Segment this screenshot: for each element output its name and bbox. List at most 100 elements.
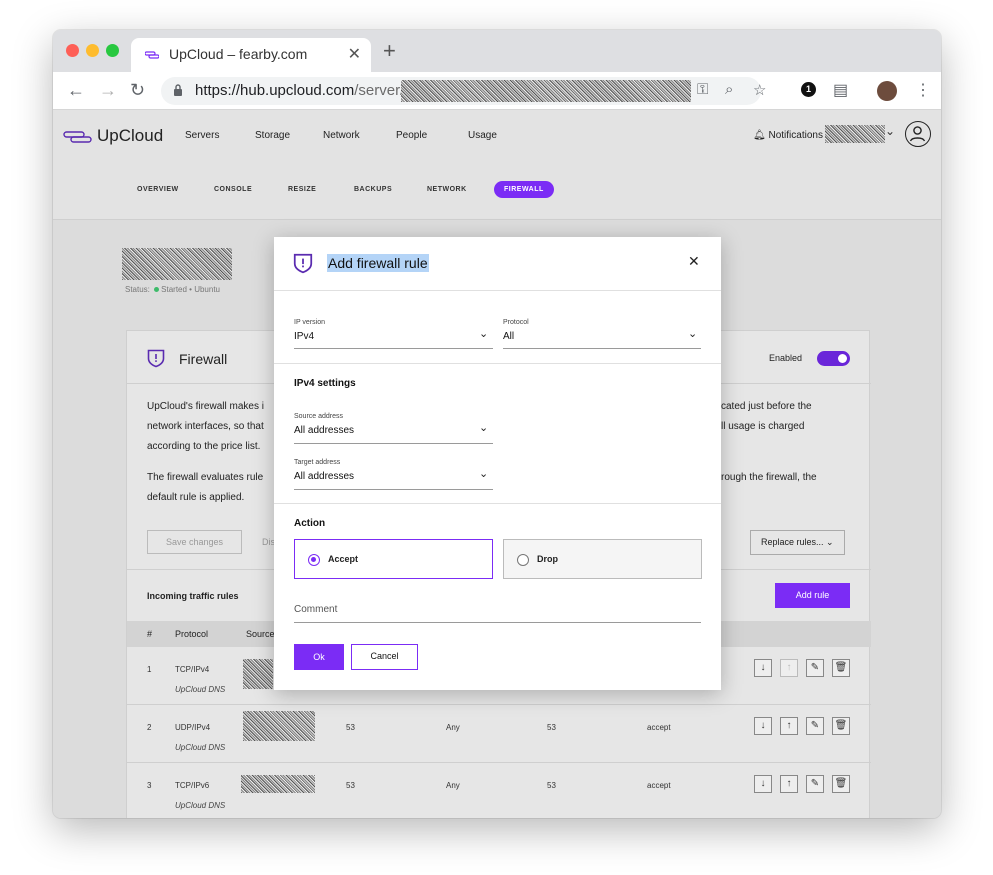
key-icon[interactable]: ⚿ [697, 81, 708, 98]
shield-icon [147, 349, 165, 368]
close-window-button[interactable] [66, 44, 79, 57]
col-number: # [147, 629, 153, 639]
ipv4-settings-heading: IPv4 settings [294, 378, 356, 389]
notifications-label: Notifications [768, 130, 823, 141]
delete-rule-button[interactable]: 🗑︎ [832, 717, 850, 735]
close-icon[interactable]: ✕ [688, 253, 700, 270]
table-row: 2 UDP/IPv4 UpCloud DNS 53 Any 53 accept … [127, 705, 871, 763]
user-avatar-icon[interactable] [905, 121, 931, 147]
col-protocol: Protocol [175, 629, 209, 639]
browser-window: UpCloud – fearby.com ✕ + ← → ↻ https://h… [53, 30, 941, 818]
address-bar: ← → ↻ https://hub.upcloud.com/server/ ⚿ … [53, 72, 941, 110]
nav-usage[interactable]: Usage [468, 130, 497, 141]
nav-storage[interactable]: Storage [255, 130, 290, 141]
logo-text: UpCloud [97, 126, 164, 145]
accept-label: Accept [328, 554, 359, 564]
edit-rule-button[interactable]: ✎ [806, 717, 824, 735]
move-up-button[interactable]: ↑ [780, 717, 798, 735]
server-status: Status: Started • Ubuntu [125, 285, 220, 294]
ip-version-label: IP version [294, 319, 325, 326]
table-row: 3 TCP/IPv6 UpCloud DNS 53 Any 53 accept … [127, 763, 871, 818]
delete-rule-button[interactable]: 🗑︎ [832, 659, 850, 677]
action-heading: Action [294, 518, 326, 529]
chevron-down-icon: ⌄ [479, 468, 489, 480]
redacted-account [825, 125, 885, 143]
radio-selected-icon [308, 554, 320, 566]
star-icon[interactable]: ☆ [753, 81, 766, 99]
upcloud-logo-icon [63, 131, 92, 143]
extension-icon[interactable]: ▤ [833, 80, 848, 100]
dialog-title: Add firewall rule [327, 254, 429, 272]
redacted-source [243, 659, 273, 689]
nav-people[interactable]: People [396, 130, 427, 141]
protocol-value: All [503, 331, 515, 342]
forward-arrow-icon[interactable]: → [99, 80, 117, 101]
source-address-label: Source address [294, 413, 344, 420]
move-down-button[interactable]: ↓ [754, 775, 772, 793]
enabled-label: Enabled [769, 353, 803, 363]
tab-firewall[interactable]: FIREWALL [494, 181, 554, 198]
replace-rules-button[interactable]: Replace rules... ⌄ [750, 530, 845, 555]
tab-console[interactable]: CONSOLE [214, 186, 252, 193]
move-down-button[interactable]: ↓ [754, 717, 772, 735]
target-address-label: Target address [294, 459, 341, 466]
edit-rule-button[interactable]: ✎ [806, 659, 824, 677]
protocol-label: Protocol [503, 319, 529, 326]
cancel-button[interactable]: Cancel [351, 644, 418, 670]
notifications-link[interactable]: 🔔︎ Notifications [753, 130, 823, 141]
firewall-title: Firewall [179, 351, 228, 367]
accept-option[interactable]: Accept [294, 539, 493, 579]
zoom-icon[interactable]: ⌕ [725, 81, 733, 98]
back-arrow-icon[interactable]: ← [67, 80, 85, 101]
minimize-window-button[interactable] [86, 44, 99, 57]
col-source: Source [246, 629, 275, 639]
nav-servers[interactable]: Servers [185, 130, 219, 141]
chevron-down-icon[interactable]: ⌄ [885, 124, 895, 138]
drop-option[interactable]: Drop [503, 539, 702, 579]
status-dot-icon [154, 287, 160, 292]
url-text: https://hub.upcloud.com/server/ [195, 82, 405, 99]
source-address-value: All addresses [294, 425, 355, 436]
tab-backups[interactable]: BACKUPS [354, 186, 392, 193]
page-content: UpCloud Servers Storage Network People U… [53, 110, 941, 818]
extension-badge-icon[interactable]: 1 [801, 82, 816, 97]
ok-button[interactable]: Ok [294, 644, 344, 670]
nav-network[interactable]: Network [323, 130, 360, 141]
firewall-evaluation-right: rough the firewall, the [721, 472, 817, 483]
save-changes-button[interactable]: Save changes [147, 530, 243, 554]
chevron-down-icon: ⌄ [688, 328, 698, 340]
redacted-server-name [122, 248, 232, 280]
edit-rule-button[interactable]: ✎ [806, 775, 824, 793]
firewall-enabled-toggle[interactable] [817, 351, 850, 366]
comment-placeholder: Comment [294, 604, 338, 615]
divider [274, 290, 721, 291]
redacted-url [401, 80, 691, 102]
new-tab-button[interactable]: + [383, 38, 396, 64]
redacted-source [243, 711, 315, 741]
shield-icon [293, 253, 313, 274]
browser-menu-icon[interactable]: ⋮ [915, 80, 931, 100]
delete-rule-button[interactable]: 🗑︎ [832, 775, 850, 793]
browser-tab[interactable]: UpCloud – fearby.com ✕ [131, 38, 371, 72]
tab-network[interactable]: NETWORK [427, 186, 467, 193]
tab-bar: UpCloud – fearby.com ✕ + [53, 30, 941, 72]
tab-overview[interactable]: OVERVIEW [137, 186, 179, 193]
add-rule-button[interactable]: Add rule [775, 583, 850, 608]
profile-avatar[interactable] [877, 81, 897, 101]
add-firewall-rule-dialog: Add firewall rule ✕ IP version IPv4 ⌄ Pr… [274, 237, 721, 690]
tab-resize[interactable]: RESIZE [288, 186, 316, 193]
target-address-value: All addresses [294, 471, 355, 482]
firewall-evaluation-left: The firewall evaluates rule default rule … [147, 472, 264, 503]
move-down-button[interactable]: ↓ [754, 659, 772, 677]
upcloud-logo[interactable]: UpCloud [63, 126, 163, 146]
tab-title: UpCloud – fearby.com [169, 46, 308, 62]
move-up-button[interactable]: ↑ [780, 659, 798, 677]
reload-icon[interactable]: ↻ [130, 80, 145, 101]
url-field[interactable]: https://hub.upcloud.com/server/ ⚿ ⌕ ☆ [161, 77, 766, 105]
bell-icon: 🔔︎ [753, 130, 766, 141]
maximize-window-button[interactable] [106, 44, 119, 57]
move-up-button[interactable]: ↑ [780, 775, 798, 793]
firewall-description-right: cated just before the ll usage is charged [721, 401, 812, 432]
close-tab-icon[interactable]: ✕ [348, 44, 361, 64]
divider [274, 363, 721, 364]
